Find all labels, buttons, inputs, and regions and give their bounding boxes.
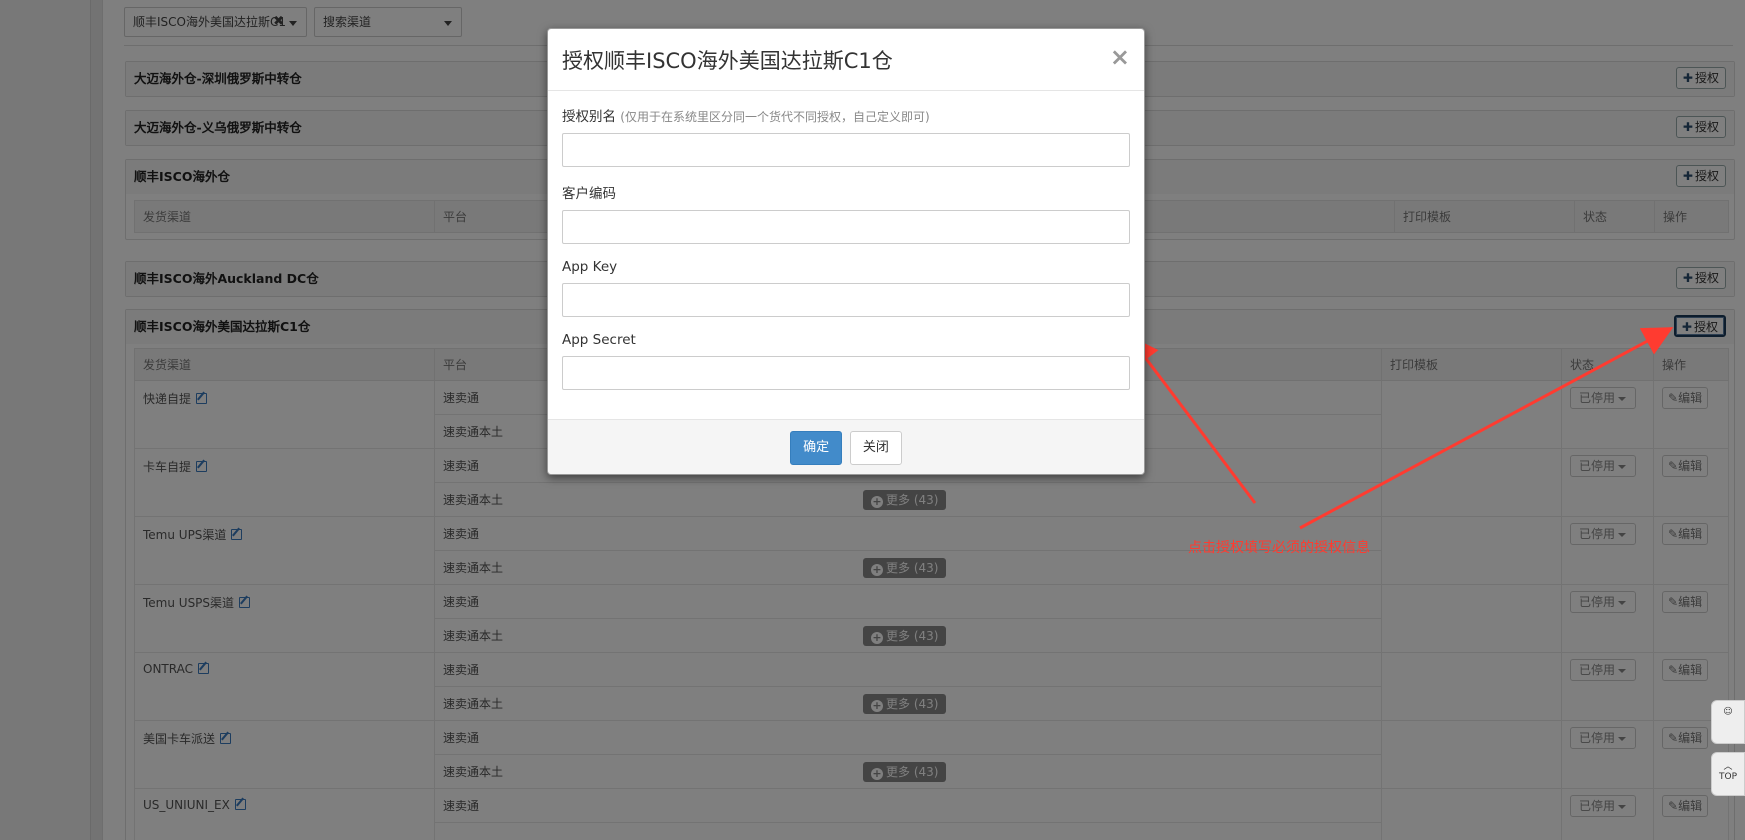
app-secret-input[interactable] [562, 356, 1130, 390]
customer-code-label: 客户编码 [562, 186, 616, 202]
field-label: 授权别名 (仅用于在系统里区分同一个货代不同授权，自己定义即可) [562, 105, 1130, 125]
arrow-to-form [1128, 335, 1257, 504]
app-key-input[interactable] [562, 283, 1130, 317]
modal-footer: 确定 关闭 [548, 419, 1144, 474]
field-alias: 授权别名 (仅用于在系统里区分同一个货代不同授权，自己定义即可) [562, 105, 1130, 167]
app-key-label: App Key [562, 259, 618, 275]
alias-label: 授权别名 [562, 109, 616, 125]
close-button[interactable]: 关闭 [849, 431, 902, 465]
modal-title: 授权顺丰ISCO海外美国达拉斯C1仓 [562, 49, 893, 73]
field-customer-code: 客户编码 [562, 182, 1130, 244]
arrow-to-authorize-button [1299, 327, 1674, 530]
alias-input[interactable] [562, 133, 1130, 167]
confirm-button[interactable]: 确定 [790, 431, 843, 465]
field-app-key: App Key [562, 259, 1130, 317]
close-icon[interactable]: × [1110, 43, 1130, 71]
modal-body: 授权别名 (仅用于在系统里区分同一个货代不同授权，自己定义即可) 客户编码 Ap… [548, 91, 1144, 390]
modal-header: 授权顺丰ISCO海外美国达拉斯C1仓 × [548, 29, 1144, 91]
field-app-secret: App Secret [562, 332, 1130, 390]
authorize-modal: 授权顺丰ISCO海外美国达拉斯C1仓 × 授权别名 (仅用于在系统里区分同一个货… [547, 28, 1145, 475]
alias-hint: (仅用于在系统里区分同一个货代不同授权，自己定义即可) [620, 110, 930, 124]
app-secret-label: App Secret [562, 332, 636, 348]
annotation-text: 点击授权填写必须的授权信息 [1188, 540, 1370, 556]
customer-code-input[interactable] [562, 210, 1130, 244]
